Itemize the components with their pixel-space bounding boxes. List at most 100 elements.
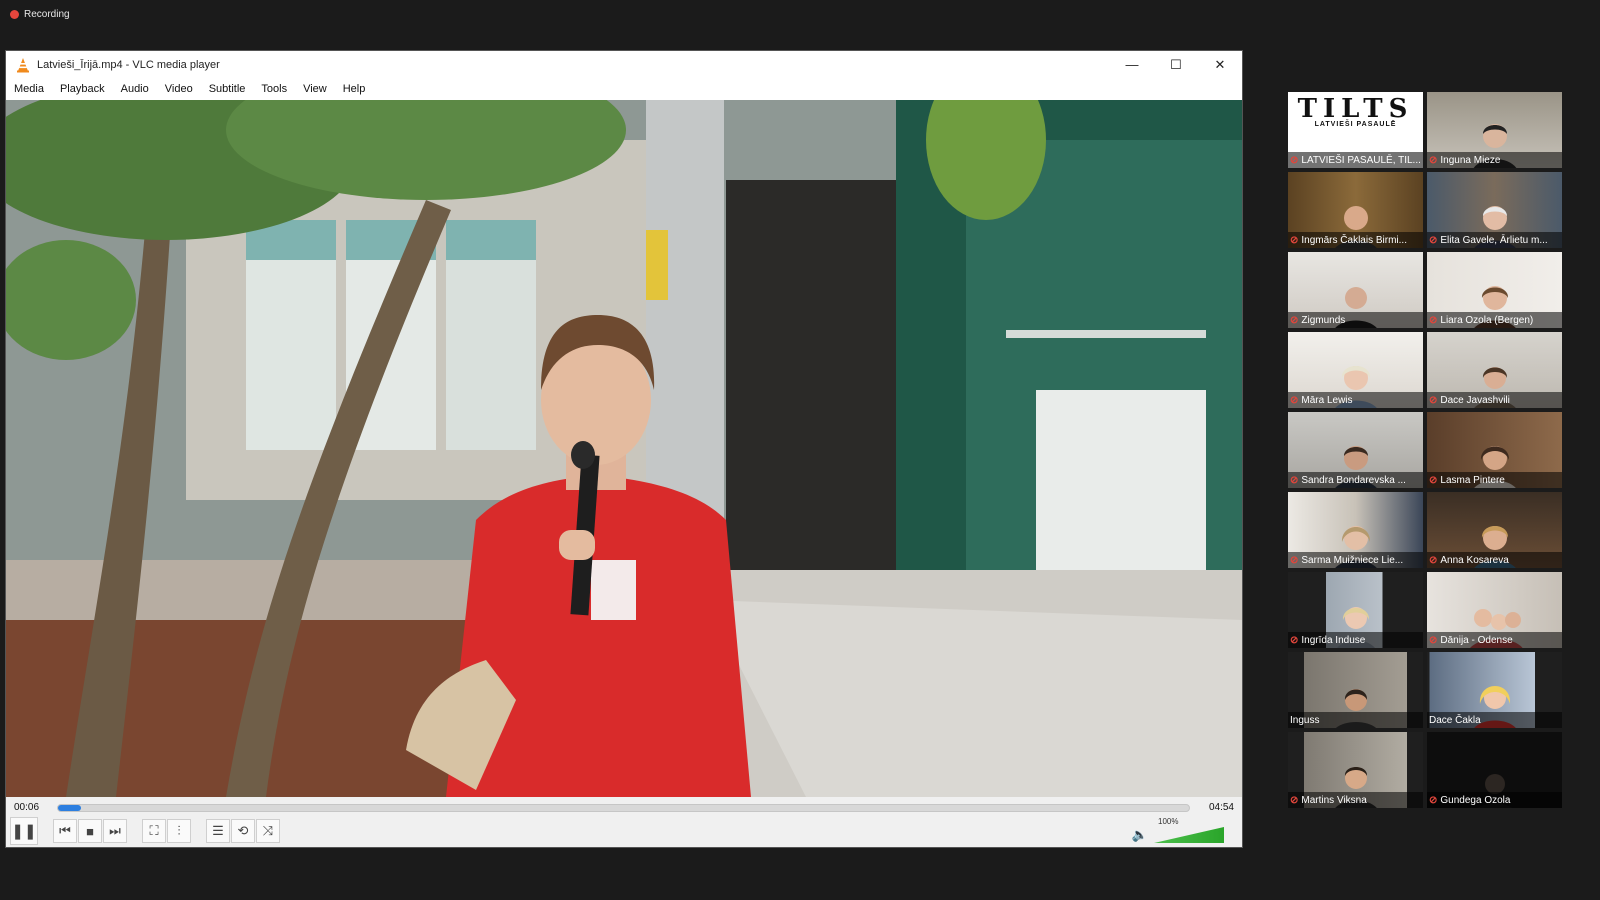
pause-icon: ❚❚ [11,823,37,840]
pause-button[interactable]: ❚❚ [10,817,38,845]
mic-muted-icon: ⊘ [1290,154,1299,166]
participant-tile[interactable]: ⊘ Māra Lewis [1288,332,1423,408]
participant-tile[interactable]: ⊘ Martins Viksna [1288,732,1423,808]
participant-tile[interactable]: ⊘ Ingrīda Induse [1288,572,1423,648]
participant-name: Inguna Mieze [1440,154,1501,166]
mic-muted-icon: ⊘ [1290,394,1299,406]
participant-name: Dace Čakla [1429,714,1481,726]
participant-name: Anna Kosareva [1440,554,1509,566]
maximize-button[interactable]: ☐ [1154,51,1198,78]
participant-name: Liara Ozola (Bergen) [1440,314,1534,326]
seek-progress [58,805,81,811]
extended-settings-button[interactable]: ⫶ [167,819,191,843]
participant-tile[interactable]: ⊘ Dānija - Odense [1427,572,1562,648]
participant-name: Dace Javashvili [1440,394,1510,406]
menu-audio[interactable]: Audio [121,83,149,95]
participant-name: Sarma Muižniece Lie... [1301,554,1404,566]
stop-button[interactable]: ■ [78,819,102,843]
participant-name: Ingmārs Čaklais Birmi... [1301,234,1407,246]
participant-tile[interactable]: ⊘ Inguna Mieze [1427,92,1562,168]
participant-name: LATVIEŠI PASAULĒ, TIL... [1301,154,1421,166]
previous-button[interactable]: ⏮ [53,819,77,843]
recording-indicator: Recording [10,9,70,20]
participant-tile-active-speaker[interactable]: ⊘ Ingmārs Čaklais Birmi... [1288,172,1423,248]
mic-muted-icon: ⊘ [1429,554,1438,566]
participant-name: Māra Lewis [1301,394,1353,406]
participant-tile[interactable]: ⊘ Liara Ozola (Bergen) [1427,252,1562,328]
volume-percent: 100% [1158,817,1179,826]
stop-icon: ■ [86,823,94,839]
mic-muted-icon: ⊘ [1429,394,1438,406]
participant-tile[interactable]: TILTS LATVIEŠI PASAULĒ ⊘ LATVIEŠI PASAULĒ… [1288,92,1423,168]
tilts-logo-title: TILTS [1297,94,1414,124]
participant-name: Inguss [1290,714,1320,726]
participant-tile[interactable]: ⊘ Anna Kosareva [1427,492,1562,568]
recording-label: Recording [24,9,70,20]
participant-name: Sandra Bondarevska ... [1301,474,1406,486]
menu-view[interactable]: View [303,83,327,95]
menu-bar: Media Playback Audio Video Subtitle Tool… [6,78,1242,100]
mic-muted-icon: ⊘ [1290,314,1299,326]
participant-name: Gundega Ozola [1440,794,1511,806]
volume-slider[interactable]: 100% [1154,817,1224,843]
playlist-icon: ☰ [212,823,224,838]
participant-tile[interactable]: Inguss [1288,652,1423,728]
mic-muted-icon: ⊘ [1429,154,1438,166]
fullscreen-button[interactable]: ⛶ [142,819,166,843]
fullscreen-icon: ⛶ [149,823,159,838]
participant-tile[interactable]: ⊘ Elita Gavele, Ārlietu m... [1427,172,1562,248]
menu-help[interactable]: Help [343,83,366,95]
participant-tile[interactable]: ⊘ Lasma Pintere [1427,412,1562,488]
participant-tile[interactable]: ⊘ Sarma Muižniece Lie... [1288,492,1423,568]
loop-button[interactable]: ⟲ [231,819,255,843]
playlist-button[interactable]: ☰ [206,819,230,843]
participant-tile[interactable]: ⊘ Zigmunds [1288,252,1423,328]
menu-video[interactable]: Video [165,83,193,95]
participant-tile[interactable]: ⊘ Sandra Bondarevska ... [1288,412,1423,488]
participant-name: Martins Viksna [1301,794,1367,806]
seek-bar[interactable] [57,804,1190,812]
window-titlebar[interactable]: Latvieši_Īrijā.mp4 - VLC media player — … [6,51,1242,78]
menu-tools[interactable]: Tools [261,83,287,95]
minimize-button[interactable]: — [1110,51,1154,78]
participant-tile[interactable]: Dace Čakla [1427,652,1562,728]
participant-name: Lasma Pintere [1440,474,1505,486]
participant-name: Elita Gavele, Ārlietu m... [1440,234,1548,246]
current-time: 00:06 [14,802,40,813]
mic-muted-icon: ⊘ [1290,474,1299,486]
participant-tile[interactable]: ⊘ Dace Javashvili [1427,332,1562,408]
participant-gallery: TILTS LATVIEŠI PASAULĒ ⊘ LATVIEŠI PASAULĒ… [1288,92,1562,808]
tilts-logo-subtitle: LATVIEŠI PASAULĒ [1314,121,1397,128]
volume-level [1154,827,1224,843]
mic-muted-icon: ⊘ [1290,634,1299,646]
participant-name: Ingrīda Induse [1301,634,1366,646]
player-controls: 00:06 04:54 ❚❚ ⏮ ■ ⏭ ⛶ ⫶ ☰ ⟲ ⤨ 🔈 100% [6,797,1242,847]
vlc-window: Latvieši_Īrijā.mp4 - VLC media player — … [6,51,1242,847]
speaker-icon[interactable]: 🔈 [1132,827,1148,843]
menu-subtitle[interactable]: Subtitle [209,83,246,95]
mic-muted-icon: ⊘ [1429,314,1438,326]
participant-tile[interactable]: ⊘ Gundega Ozola [1427,732,1562,808]
mic-muted-icon: ⊘ [1429,234,1438,246]
next-icon: ⏭ [109,823,121,838]
close-button[interactable]: ✕ [1198,51,1242,78]
volume-control: 🔈 100% [1132,817,1224,843]
mic-muted-icon: ⊘ [1290,554,1299,566]
mic-muted-icon: ⊘ [1429,794,1438,806]
shuffle-button[interactable]: ⤨ [256,819,280,843]
record-icon [10,10,19,19]
video-scene-image [6,100,1242,797]
menu-media[interactable]: Media [14,83,44,95]
loop-icon: ⟲ [237,823,249,838]
mic-muted-icon: ⊘ [1429,474,1438,486]
mic-muted-icon: ⊘ [1290,234,1299,246]
next-button[interactable]: ⏭ [103,819,127,843]
shuffle-icon: ⤨ [262,823,274,838]
window-title: Latvieši_Īrijā.mp4 - VLC media player [37,58,220,71]
total-time: 04:54 [1208,802,1234,813]
menu-playback[interactable]: Playback [60,83,105,95]
video-frame[interactable] [6,100,1242,797]
participant-name: Dānija - Odense [1440,634,1513,646]
participant-name: Zigmunds [1301,314,1346,326]
previous-icon: ⏮ [59,823,71,838]
